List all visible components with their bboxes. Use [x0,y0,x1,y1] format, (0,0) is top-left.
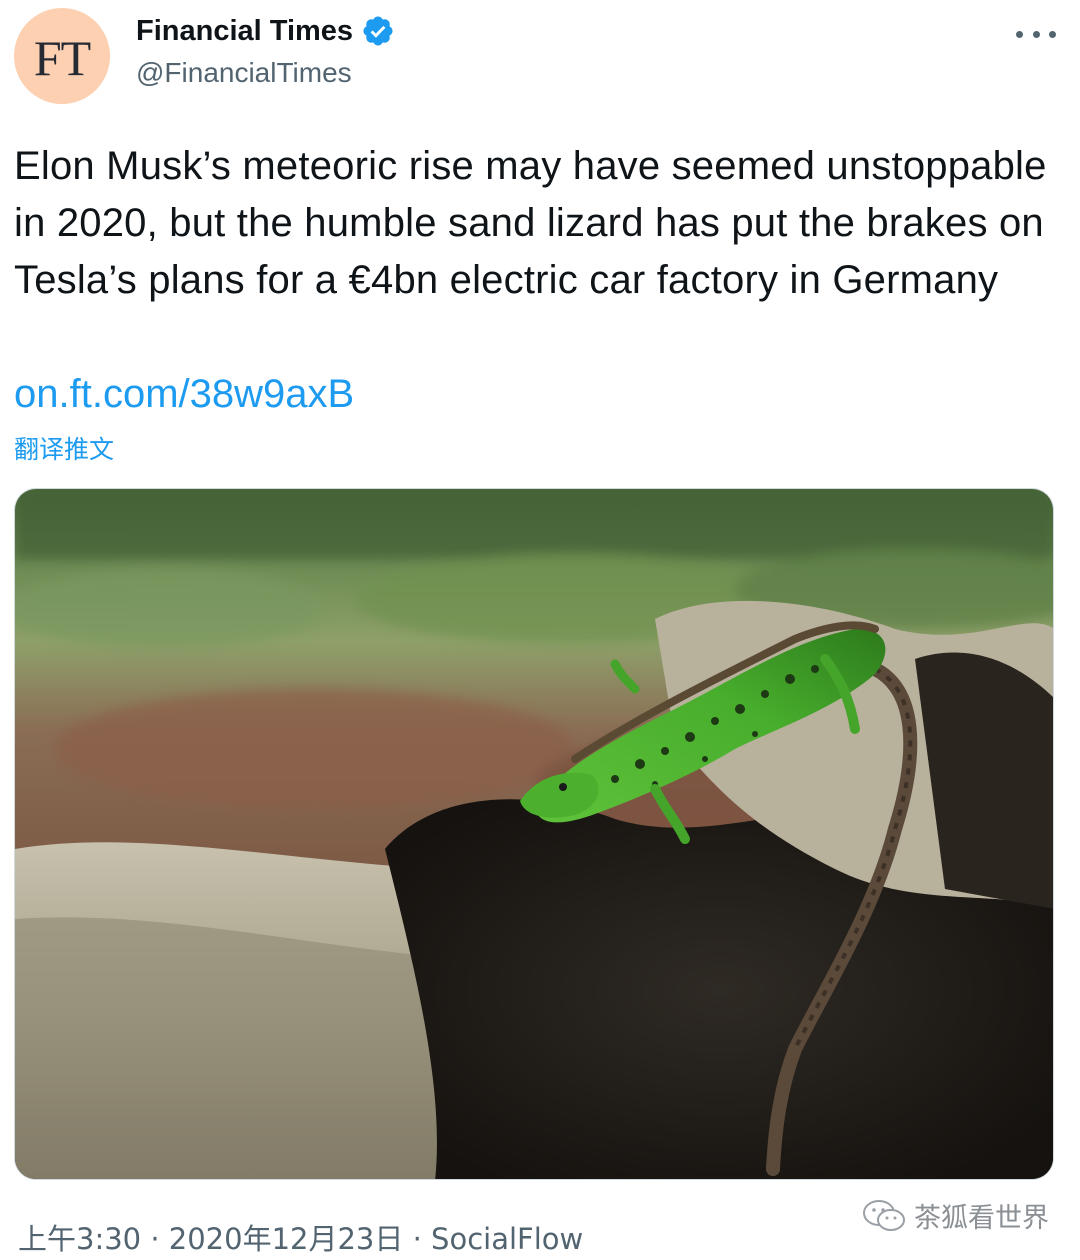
tweet-card: FT Financial Times @FinancialTimes Elon … [0,0,1080,1260]
avatar-logo-text: FT [33,30,91,86]
tweet-date[interactable]: 2020年12月23日 [169,1222,404,1256]
meta-separator: · [141,1222,169,1256]
meta-separator: · [403,1222,432,1256]
tweet-meta: 上午3:30 · 2020年12月23日 · SocialFlow [18,1216,583,1258]
tweet-text: Elon Musk’s meteoric rise may have seeme… [14,144,1047,302]
avatar[interactable]: FT [14,8,110,104]
tweet-photo[interactable] [14,488,1054,1180]
lizard-photo [15,489,1053,1179]
watermark: 茶狐看世界 [862,1196,1049,1235]
tweet-link[interactable]: on.ft.com/38w9axB [14,366,354,423]
tweet-time[interactable]: 上午3:30 [18,1222,141,1256]
wechat-icon [863,1199,905,1231]
translate-tweet-link[interactable]: 翻译推文 [14,430,114,466]
verified-badge-icon [363,16,393,46]
author-handle[interactable]: @FinancialTimes [136,57,352,89]
author-name[interactable]: Financial Times [136,15,353,48]
watermark-text: 茶狐看世界 [914,1203,1049,1234]
tweet-source[interactable]: SocialFlow [431,1222,583,1256]
more-options-icon[interactable] [1016,26,1056,42]
author-name-row: Financial Times [136,14,395,48]
